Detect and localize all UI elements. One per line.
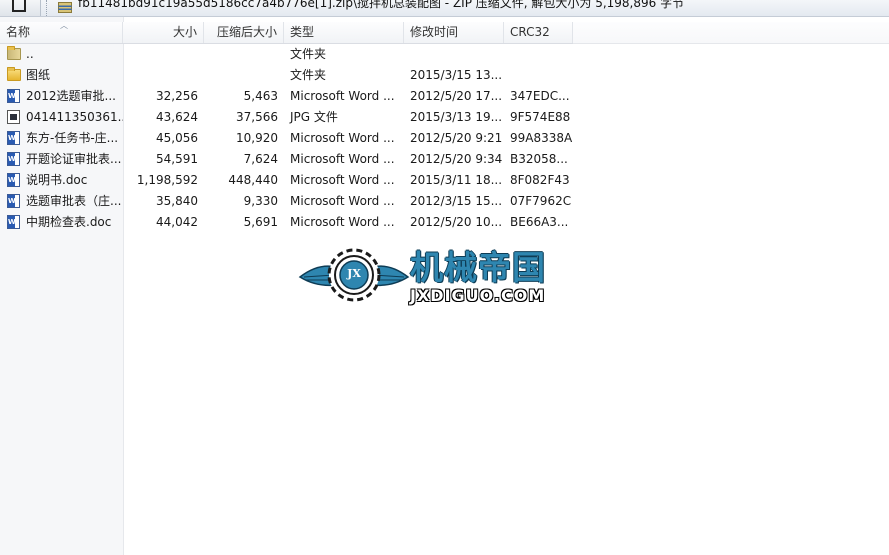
column-header-type-label: 类型	[290, 25, 315, 39]
table-row[interactable]: 说明书.doc 1,198,592 448,440 Microsoft Word…	[0, 170, 573, 191]
file-name: 图纸	[26, 68, 51, 82]
toolbar-separator	[46, 0, 50, 16]
file-modified	[404, 44, 504, 65]
file-name: 041411350361...	[26, 110, 123, 124]
file-crc	[504, 65, 573, 86]
file-modified: 2015/3/15 13...	[410, 68, 503, 82]
file-size: 54,591	[156, 152, 198, 166]
file-name: 东方-任务书-庄...	[26, 131, 119, 145]
table-row[interactable]: 041411350361... 43,624 37,566 JPG 文件 201…	[0, 107, 573, 128]
file-packed-size	[204, 65, 284, 86]
logo-title: 机械帝国	[410, 248, 546, 287]
file-size: 44,042	[156, 215, 198, 229]
app-menu-button[interactable]	[0, 0, 41, 16]
file-type: Microsoft Word ...	[290, 194, 395, 208]
file-packed-size	[204, 44, 284, 65]
table-row[interactable]: .. 文件夹	[0, 44, 573, 65]
file-modified: 2015/3/11 18...	[410, 173, 503, 187]
file-type: Microsoft Word ...	[290, 152, 395, 166]
header-filler	[573, 22, 889, 44]
file-crc: 99A8338A	[510, 131, 573, 145]
column-header-crc-label: CRC32	[510, 25, 550, 39]
file-list-header: ︿ 名称 大小 压缩后大小 类型 修改时间 CRC32	[0, 22, 573, 44]
file-crc: 347EDC...	[510, 89, 570, 103]
file-packed-size: 448,440	[228, 173, 278, 187]
file-modified: 2012/5/20 9:34	[410, 152, 503, 166]
file-crc: BE66A3...	[510, 215, 569, 229]
column-header-size[interactable]: 大小	[123, 22, 204, 43]
table-row[interactable]: 2012选题审批... 32,256 5,463 Microsoft Word …	[0, 86, 573, 107]
file-packed-size: 5,463	[243, 89, 278, 103]
file-type: Microsoft Word ...	[290, 173, 395, 187]
archive-path: fb11481bd91c19a55d5186cc7a4b776e[1].zip\…	[78, 0, 685, 10]
file-type: JPG 文件	[290, 110, 338, 124]
column-header-packed-label: 压缩后大小	[216, 25, 277, 39]
file-modified: 2012/5/20 10...	[410, 215, 503, 229]
file-size: 43,624	[156, 110, 198, 124]
file-name: 说明书.doc	[26, 173, 88, 187]
logo-domain: JXDIGUO.COM	[410, 286, 546, 305]
column-header-size-label: 大小	[172, 25, 197, 39]
file-packed-size: 37,566	[236, 110, 278, 124]
column-header-name[interactable]: ︿ 名称	[0, 22, 123, 43]
file-name: 2012选题审批...	[26, 89, 116, 103]
column-header-modified[interactable]: 修改时间	[404, 22, 504, 43]
file-modified: 2012/3/15 15...	[410, 194, 503, 208]
file-size: 32,256	[156, 89, 198, 103]
column-header-name-label: 名称	[6, 25, 31, 39]
file-crc: 9F574E88	[510, 110, 571, 124]
file-packed-size: 7,624	[243, 152, 278, 166]
column-header-crc32[interactable]: CRC32	[504, 22, 573, 43]
file-packed-size: 9,330	[243, 194, 278, 208]
file-name: 开题论证审批表...	[26, 152, 122, 166]
file-modified: 2015/3/13 19...	[410, 110, 503, 124]
file-type: Microsoft Word ...	[290, 215, 395, 229]
file-packed-size: 10,920	[236, 131, 278, 145]
file-size	[123, 44, 204, 65]
file-packed-size: 5,691	[243, 215, 278, 229]
file-modified: 2012/5/20 17...	[410, 89, 503, 103]
file-type: 文件夹	[290, 47, 327, 61]
table-row[interactable]: 选题审批表（庄... 35,840 9,330 Microsoft Word .…	[0, 191, 573, 212]
file-size: 1,198,592	[136, 173, 198, 187]
table-row[interactable]: 中期检查表.doc 44,042 5,691 Microsoft Word ..…	[0, 212, 573, 233]
file-type: Microsoft Word ...	[290, 131, 395, 145]
file-crc: 8F082F43	[510, 173, 570, 187]
logo-badge-text: JX	[347, 267, 361, 280]
column-header-modified-label: 修改时间	[410, 25, 459, 39]
file-name: 中期检查表.doc	[26, 215, 112, 229]
file-modified: 2012/5/20 9:21	[410, 131, 503, 145]
sort-ascending-icon: ︿	[60, 21, 68, 30]
file-type: 文件夹	[290, 68, 327, 82]
table-row[interactable]: 图纸 文件夹 2015/3/15 13...	[0, 65, 573, 86]
zip-archive-icon	[58, 2, 72, 13]
column-header-type[interactable]: 类型	[284, 22, 404, 43]
app-icon	[12, 0, 26, 12]
table-row[interactable]: 东方-任务书-庄... 45,056 10,920 Microsoft Word…	[0, 128, 573, 149]
file-type: Microsoft Word ...	[290, 89, 395, 103]
path-bar: fb11481bd91c19a55d5186cc7a4b776e[1].zip\…	[0, 0, 889, 17]
file-size: 35,840	[156, 194, 198, 208]
file-size: 45,056	[156, 131, 198, 145]
file-crc: 07F7962C	[510, 194, 572, 208]
table-row[interactable]: 开题论证审批表... 54,591 7,624 Microsoft Word .…	[0, 149, 573, 170]
watermark-logo: JX 机械帝国 JXDIGUO.COM	[298, 245, 590, 307]
column-header-packed-size[interactable]: 压缩后大小	[204, 22, 284, 43]
file-name: 选题审批表（庄...	[26, 194, 122, 208]
file-name: ..	[26, 47, 34, 61]
file-crc	[504, 44, 573, 65]
file-crc: B32058...	[510, 152, 568, 166]
file-size	[123, 65, 204, 86]
